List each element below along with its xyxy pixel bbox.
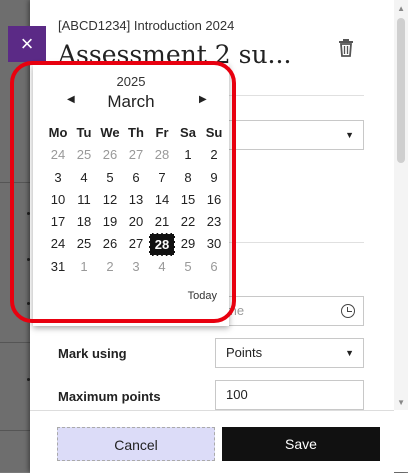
week-row: 24 25 26 27 28 29 30 xyxy=(45,233,227,256)
day-cell[interactable]: 30 xyxy=(201,233,227,255)
course-name: [ABCD1234] Introduction 2024 xyxy=(58,18,235,33)
backdrop-divider xyxy=(0,182,30,183)
day-cell[interactable]: 21 xyxy=(149,211,175,233)
day-cell[interactable]: 13 xyxy=(123,189,149,211)
weekday-label: Su xyxy=(205,125,223,140)
today-button[interactable]: Today xyxy=(188,290,217,302)
weekday-label: Mo xyxy=(48,125,68,140)
scroll-down-icon[interactable]: ▼ xyxy=(397,398,405,407)
day-cell[interactable]: 19 xyxy=(97,211,123,233)
day-cell[interactable]: 12 xyxy=(97,189,123,211)
selected-day[interactable]: 28 xyxy=(149,233,175,256)
day-cell[interactable]: 24 xyxy=(45,233,71,255)
day-cell[interactable]: 25 xyxy=(71,233,97,255)
day-cell[interactable]: 4 xyxy=(149,256,175,278)
day-cell[interactable]: 20 xyxy=(123,211,149,233)
day-cell[interactable]: 22 xyxy=(175,211,201,233)
date-picker-grid: Mo Tu We Th Fr Sa Su 24 25 26 27 28 1 2 3 4 5 6 7 8 9 10 11 12 1… xyxy=(45,122,227,278)
day-cell[interactable]: 5 xyxy=(97,167,123,189)
day-cell[interactable]: 28 xyxy=(149,144,175,166)
trash-icon[interactable] xyxy=(337,38,355,58)
day-cell[interactable]: 1 xyxy=(71,256,97,278)
scroll-up-icon[interactable]: ▲ xyxy=(397,4,405,13)
scroll-thumb[interactable] xyxy=(397,18,405,163)
day-cell[interactable]: 2 xyxy=(201,144,227,166)
clock-icon xyxy=(341,304,355,318)
day-cell[interactable]: 10 xyxy=(45,189,71,211)
week-row: 3456789 xyxy=(45,167,227,189)
close-icon: × xyxy=(20,31,34,56)
day-cell[interactable]: 27 xyxy=(123,144,149,166)
day-cell[interactable]: 3 xyxy=(123,256,149,278)
chevron-down-icon: ▼ xyxy=(345,348,354,358)
weekday-label: Tu xyxy=(76,125,92,140)
weekday-label: We xyxy=(100,125,120,140)
day-cell[interactable]: 31 xyxy=(45,256,71,278)
day-cell[interactable]: 25 xyxy=(71,144,97,166)
chevron-right-icon[interactable]: ▶ xyxy=(199,94,207,105)
page-backdrop xyxy=(0,0,30,472)
day-cell[interactable]: 11 xyxy=(71,189,97,211)
week-row: 24 25 26 27 28 1 2 xyxy=(45,144,227,166)
max-points-input[interactable]: 100 xyxy=(215,380,364,410)
day-cell[interactable]: 18 xyxy=(71,211,97,233)
panel-scrollbar[interactable]: ▲ ▼ xyxy=(394,0,408,410)
max-points-label: Maximum points xyxy=(58,389,161,404)
week-row: 10 11 12 13 14 15 16 xyxy=(45,189,227,211)
day-cell[interactable]: 6 xyxy=(123,167,149,189)
day-cell[interactable]: 4 xyxy=(71,167,97,189)
day-cell[interactable]: 29 xyxy=(175,233,201,255)
cancel-button[interactable]: Cancel xyxy=(57,427,215,461)
mark-using-value: Points xyxy=(226,345,263,360)
mark-using-select[interactable]: Points ▼ xyxy=(215,338,364,368)
mark-using-label: Mark using xyxy=(58,346,127,361)
day-cell[interactable]: 16 xyxy=(201,189,227,211)
day-cell[interactable]: 6 xyxy=(201,256,227,278)
day-cell[interactable]: 26 xyxy=(97,233,123,255)
max-points-value: 100 xyxy=(226,387,248,402)
weekday-label: Fr xyxy=(155,125,169,140)
day-cell[interactable]: 8 xyxy=(175,167,201,189)
week-row: 17 18 19 20 21 22 23 xyxy=(45,211,227,233)
backdrop-divider xyxy=(0,342,30,343)
date-picker: 2025 ◀ March ▶ Mo Tu We Th Fr Sa Su 24 25 26 27 28 1… xyxy=(33,64,229,326)
day-cell[interactable]: 14 xyxy=(149,189,175,211)
chevron-down-icon: ▼ xyxy=(345,130,354,140)
weekday-label: Th xyxy=(128,125,144,140)
day-cell[interactable]: 15 xyxy=(175,189,201,211)
weekday-label: Sa xyxy=(180,125,196,140)
day-cell[interactable]: 1 xyxy=(175,144,201,166)
top-select[interactable]: ▼ xyxy=(215,120,364,150)
panel-footer: Cancel Save xyxy=(30,410,394,473)
day-cell[interactable]: 27 xyxy=(123,233,149,255)
day-cell[interactable]: 23 xyxy=(201,211,227,233)
close-button[interactable]: × xyxy=(8,26,46,62)
day-cell[interactable]: 24 xyxy=(45,144,71,166)
week-row: 31 1 2 3 4 5 6 xyxy=(45,256,227,278)
day-cell[interactable]: 2 xyxy=(97,256,123,278)
date-picker-year[interactable]: 2025 xyxy=(33,74,229,89)
save-button[interactable]: Save xyxy=(222,427,380,461)
backdrop-divider xyxy=(0,430,30,431)
day-cell[interactable]: 7 xyxy=(149,167,175,189)
day-cell[interactable]: 26 xyxy=(97,144,123,166)
due-time-input[interactable]: me xyxy=(215,296,364,326)
day-cell[interactable]: 9 xyxy=(201,167,227,189)
day-cell[interactable]: 3 xyxy=(45,167,71,189)
weekday-header-row: Mo Tu We Th Fr Sa Su xyxy=(45,122,227,144)
day-cell[interactable]: 17 xyxy=(45,211,71,233)
day-cell[interactable]: 5 xyxy=(175,256,201,278)
